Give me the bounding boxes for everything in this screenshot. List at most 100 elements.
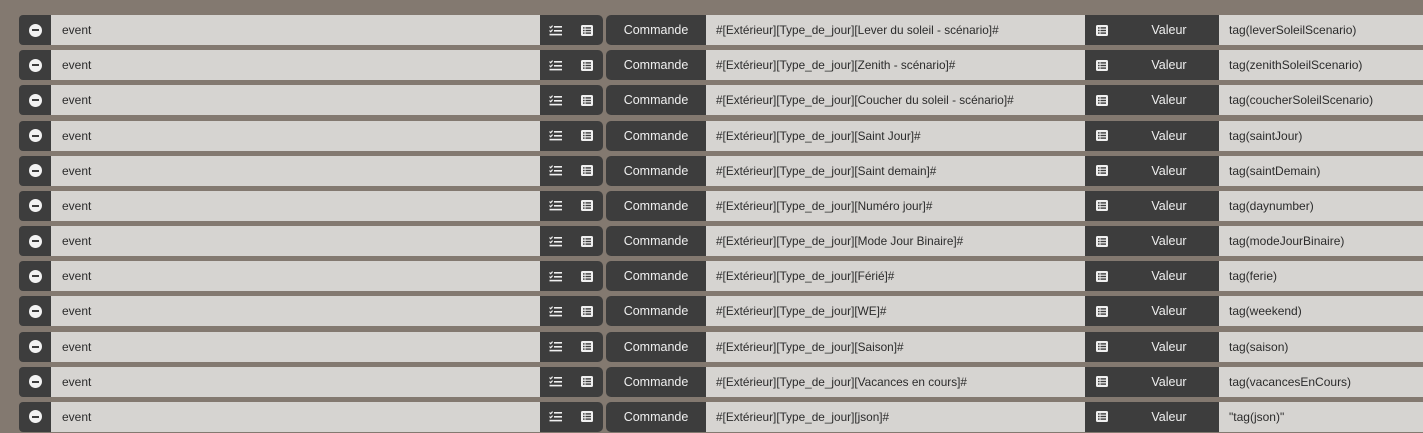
remove-row-button[interactable] [19,15,51,45]
checklist-icon[interactable] [540,226,571,256]
checklist-icon[interactable] [540,85,571,115]
command-value: #[Extérieur][Type_de_jour][Numéro jour]# [716,198,933,213]
event-type-field[interactable]: event [51,331,540,362]
value-label: Valeur [1119,261,1219,292]
command-field[interactable]: #[Extérieur][Type_de_jour][Zenith - scén… [706,50,1085,81]
remove-row-button[interactable] [19,261,51,292]
remove-row-button[interactable] [19,401,51,432]
command-field[interactable]: #[Extérieur][Type_de_jour][Lever du sole… [706,15,1085,45]
value-field[interactable]: tag(weekend) [1219,296,1423,327]
event-select-buttons [540,366,603,397]
checklist-icon[interactable] [540,156,571,186]
list-icon[interactable] [571,261,602,291]
checklist-icon[interactable] [540,191,571,221]
value-field[interactable]: tag(modeJourBinaire) [1219,226,1423,257]
remove-row-button[interactable] [19,331,51,362]
event-type-field[interactable]: event [51,15,540,45]
value-field[interactable]: tag(saison) [1219,331,1423,362]
remove-row-button[interactable] [19,85,51,116]
value-select-button[interactable] [1085,401,1119,432]
remove-row-button[interactable] [19,50,51,81]
event-type-field[interactable]: event [51,190,540,221]
command-label-text: Commande [623,409,689,424]
event-type-field[interactable]: event [51,155,540,186]
value-field[interactable]: tag(coucherSoleilScenario) [1219,85,1423,116]
value-select-button[interactable] [1085,331,1119,362]
value-select-button[interactable] [1085,15,1119,45]
value-field[interactable]: tag(saintDemain) [1219,155,1423,186]
value-field[interactable]: tag(leverSoleilScenario) [1219,15,1423,45]
checklist-icon[interactable] [540,402,571,432]
value-field[interactable]: tag(ferie) [1219,261,1423,292]
event-row: event Commande #[Extérieur][Type_de_jour… [19,15,1423,45]
value-label: Valeur [1119,85,1219,116]
checklist-icon[interactable] [540,261,571,291]
event-type-field[interactable]: event [51,120,540,151]
event-type-field[interactable]: event [51,261,540,292]
remove-row-button[interactable] [19,226,51,257]
command-field[interactable]: #[Extérieur][Type_de_jour][Numéro jour]# [706,190,1085,221]
value-select-button[interactable] [1085,296,1119,327]
command-field[interactable]: #[Extérieur][Type_de_jour][Mode Jour Bin… [706,226,1085,257]
value-field[interactable]: tag(saintJour) [1219,120,1423,151]
list-icon[interactable] [571,15,602,45]
list-icon[interactable] [571,367,602,397]
list-icon[interactable] [571,332,602,362]
list-icon[interactable] [571,50,602,80]
list-icon[interactable] [571,226,602,256]
checklist-icon[interactable] [540,50,571,80]
list-icon[interactable] [571,121,602,151]
list-icon[interactable] [571,85,602,115]
remove-row-button[interactable] [19,366,51,397]
value-field[interactable]: tag(daynumber) [1219,190,1423,221]
value-select-button[interactable] [1085,366,1119,397]
event-row: event Commande #[Extérieur][Type_de_jour… [19,261,1423,292]
event-type-field[interactable]: event [51,85,540,116]
command-value: #[Extérieur][Type_de_jour][Zenith - scén… [716,58,956,73]
command-field[interactable]: #[Extérieur][Type_de_jour][Férié]# [706,261,1085,292]
event-type-field[interactable]: event [51,50,540,81]
value-select-button[interactable] [1085,155,1119,186]
value-select-button[interactable] [1085,226,1119,257]
remove-row-button[interactable] [19,296,51,327]
checklist-icon[interactable] [540,296,571,326]
list-icon[interactable] [571,296,602,326]
value-select-button[interactable] [1085,85,1119,116]
event-type-field[interactable]: event [51,401,540,432]
event-row: event Commande #[Extérieur][Type_de_jour… [19,85,1423,116]
value-field[interactable]: "tag(json)" [1219,401,1423,432]
list-icon [1096,235,1108,247]
value-select-button[interactable] [1085,190,1119,221]
checklist-icon[interactable] [540,15,571,45]
minus-circle-icon [28,340,42,354]
command-field[interactable]: #[Extérieur][Type_de_jour][Coucher du so… [706,85,1085,116]
value-select-button[interactable] [1085,50,1119,81]
minus-circle-icon [28,58,42,72]
checklist-icon[interactable] [540,367,571,397]
remove-row-button[interactable] [19,120,51,151]
command-field[interactable]: #[Extérieur][Type_de_jour][json]# [706,401,1085,432]
command-field[interactable]: #[Extérieur][Type_de_jour][WE]# [706,296,1085,327]
event-row: event Commande #[Extérieur][Type_de_jour… [19,120,1423,151]
checklist-icon[interactable] [540,121,571,151]
event-type-value: event [62,23,92,37]
list-icon[interactable] [571,156,602,186]
list-icon[interactable] [571,402,602,432]
remove-row-button[interactable] [19,190,51,221]
command-field[interactable]: #[Extérieur][Type_de_jour][Saison]# [706,331,1085,362]
minus-circle-icon [28,129,42,143]
command-label: Commande [606,50,706,81]
list-icon[interactable] [571,191,602,221]
value-select-button[interactable] [1085,120,1119,151]
value-field[interactable]: tag(vacancesEnCours) [1219,366,1423,397]
command-field[interactable]: #[Extérieur][Type_de_jour][Saint Jour]# [706,120,1085,151]
remove-row-button[interactable] [19,155,51,186]
command-field[interactable]: #[Extérieur][Type_de_jour][Saint demain]… [706,155,1085,186]
value-select-button[interactable] [1085,261,1119,292]
checklist-icon[interactable] [540,332,571,362]
command-field[interactable]: #[Extérieur][Type_de_jour][Vacances en c… [706,366,1085,397]
value-field[interactable]: tag(zenithSoleilScenario) [1219,50,1423,81]
event-type-field[interactable]: event [51,226,540,257]
event-type-field[interactable]: event [51,296,540,327]
event-type-field[interactable]: event [51,366,540,397]
